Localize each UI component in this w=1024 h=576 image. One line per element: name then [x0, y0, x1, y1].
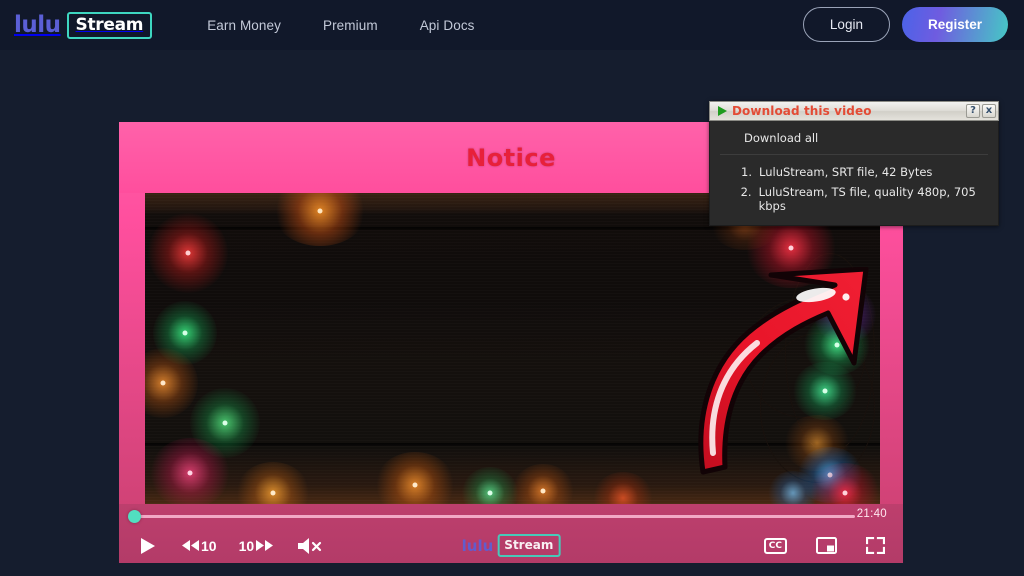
download-all-button[interactable]: Download all	[710, 129, 998, 154]
logo-stream-text: Stream	[75, 14, 144, 35]
watermark-stream-box: Stream	[497, 534, 561, 557]
right-controls: CC	[763, 537, 885, 554]
play-icon[interactable]	[139, 537, 156, 555]
fullscreen-icon[interactable]	[866, 537, 885, 554]
popup-title-bar[interactable]: Download this video ? x	[709, 101, 999, 121]
nav-item-api-docs[interactable]: Api Docs	[420, 18, 475, 33]
popup-title-text: Download this video	[732, 104, 872, 118]
light-bulb	[222, 420, 228, 426]
light-bulb	[317, 208, 323, 214]
light-bulb	[540, 488, 546, 494]
picture-in-picture-icon[interactable]	[816, 537, 837, 554]
popup-body: Download all 1. LuluStream, SRT file, 42…	[709, 121, 999, 226]
nav-item-earn-money[interactable]: Earn Money	[207, 18, 281, 33]
time-display: 21:40	[856, 508, 887, 520]
watermark-lulu-text: lulu	[461, 536, 494, 555]
top-navigation-bar: lulu Stream Earn Money Premium Api Docs …	[0, 0, 1024, 50]
auth-buttons: Login Register	[802, 7, 1008, 42]
download-popup[interactable]: Download this video ? x Download all 1. …	[709, 101, 999, 226]
light-bulb	[182, 330, 188, 336]
list-item-label: LuluStream, TS file, quality 480p, 705 k…	[758, 185, 976, 213]
nav-item-premium[interactable]: Premium	[323, 18, 378, 33]
watermark-stream-text: Stream	[504, 538, 554, 552]
main-nav: Earn Money Premium Api Docs	[207, 18, 474, 33]
curved-red-arrow-icon	[685, 266, 875, 477]
logo-stream-box: Stream	[66, 11, 153, 39]
volume-muted-icon[interactable]	[297, 537, 323, 555]
light-bulb	[270, 490, 276, 496]
list-item-number: 2.	[740, 185, 752, 199]
login-button[interactable]: Login	[802, 7, 890, 42]
logo-lulu-text: lulu	[14, 12, 61, 38]
light-bulb	[412, 482, 418, 488]
site-logo[interactable]: lulu Stream	[14, 11, 153, 39]
progress-row: 21:40	[119, 504, 903, 528]
player-watermark: lulu Stream	[462, 534, 561, 557]
control-row: 10 10 lulu Stream CC	[119, 528, 903, 563]
plank-seam	[145, 227, 880, 230]
progress-bar[interactable]	[133, 515, 855, 518]
popup-divider	[720, 154, 988, 155]
light-bulb	[842, 490, 848, 496]
light-bulb	[487, 490, 493, 496]
progress-thumb[interactable]	[128, 510, 141, 523]
register-button[interactable]: Register	[901, 7, 1008, 42]
forward-10-label: 10	[238, 537, 255, 554]
light-bulb	[187, 470, 193, 476]
list-item-number: 1.	[741, 165, 752, 179]
forward-10-button[interactable]: 10	[239, 538, 274, 554]
light-bulb	[160, 380, 166, 386]
rewind-10-button[interactable]: 10	[182, 538, 217, 554]
download-list-item[interactable]: 2. LuluStream, TS file, quality 480p, 70…	[710, 182, 998, 216]
rewind-10-label: 10	[201, 537, 217, 554]
help-button[interactable]: ?	[966, 104, 980, 118]
light-bulb	[788, 245, 794, 251]
close-icon[interactable]: x	[982, 104, 996, 118]
green-play-icon	[718, 106, 727, 116]
download-list-item[interactable]: 1. LuluStream, SRT file, 42 Bytes	[710, 162, 998, 182]
list-item-label: LuluStream, SRT file, 42 Bytes	[759, 165, 933, 179]
cc-icon[interactable]: CC	[763, 537, 787, 554]
light-bulb	[185, 250, 191, 256]
player-controls: 21:40 10 10 lulu Stream CC	[119, 504, 903, 563]
